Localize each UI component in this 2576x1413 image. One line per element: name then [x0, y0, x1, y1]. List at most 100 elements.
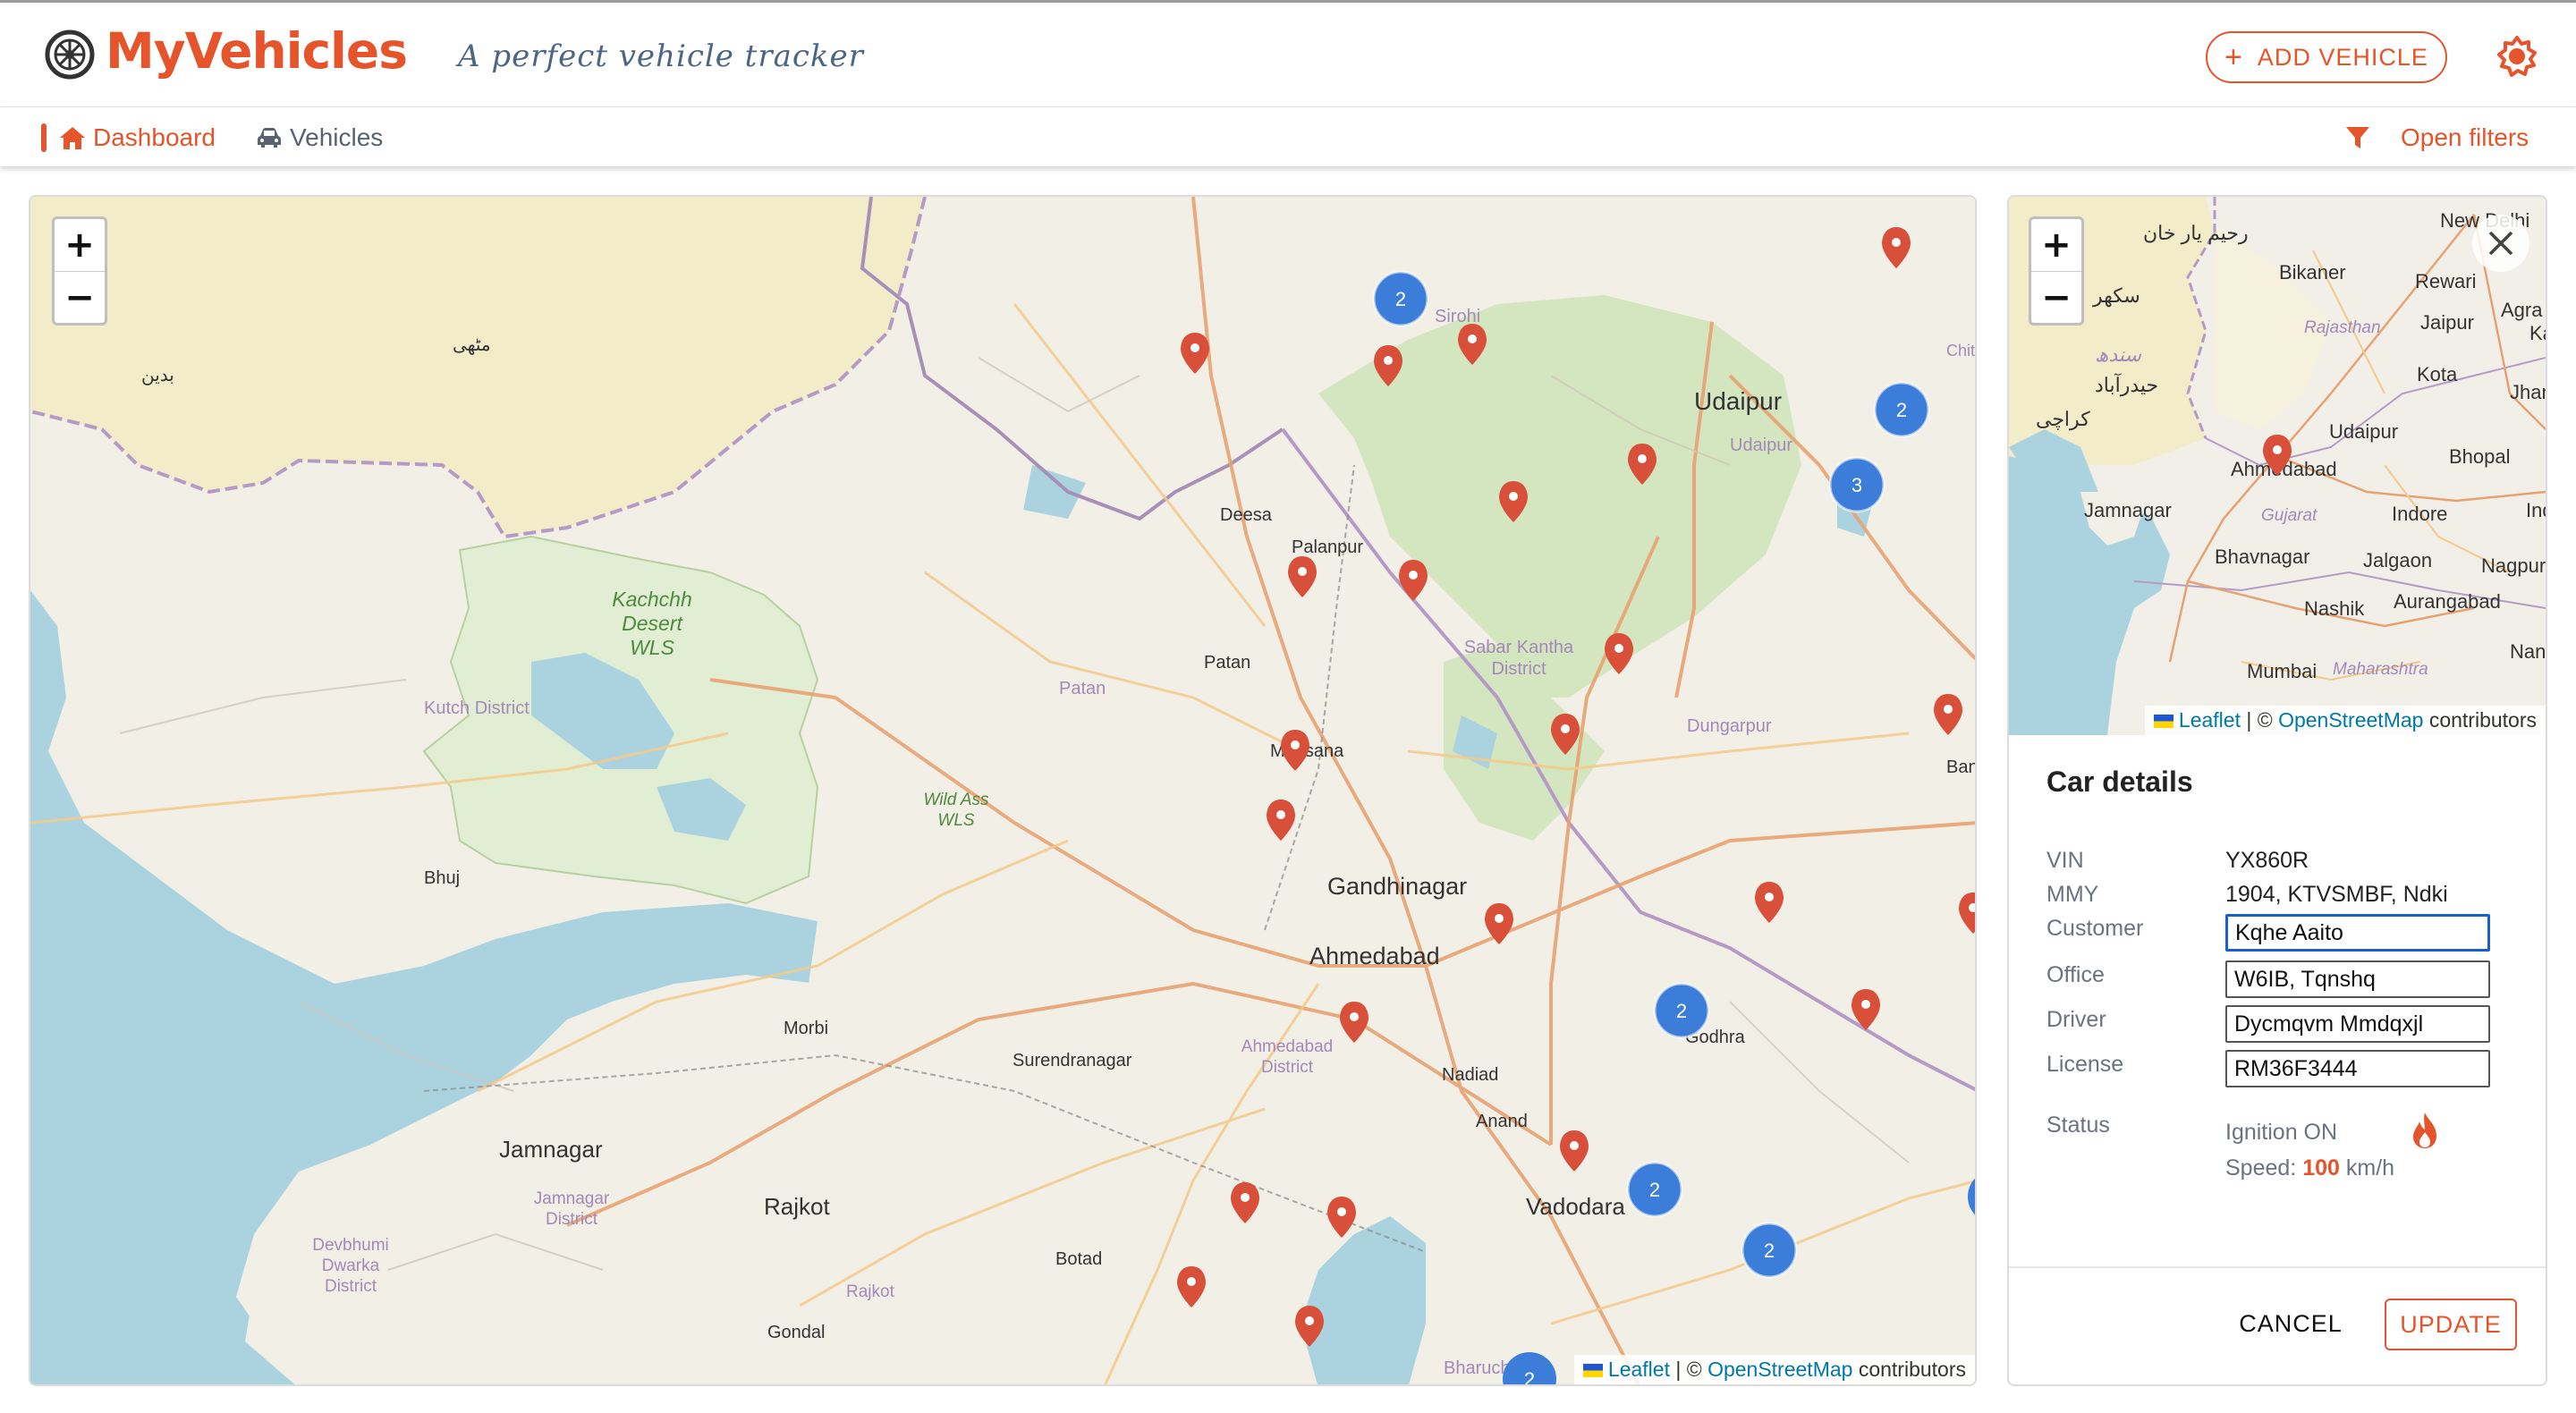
nav-bar: Dashboard Vehicles Open filters [0, 107, 2576, 166]
map-label-kachchh-3: WLS [630, 636, 675, 659]
mini-label-bhopal: Bhopal [2449, 445, 2511, 468]
add-vehicle-button[interactable]: + ADD VEHICLE [2206, 31, 2447, 83]
close-details-button[interactable] [2472, 215, 2529, 272]
map-label-wildass-1: Wild Ass [923, 791, 989, 809]
mini-label-rahim: رحیم یار خان [2143, 222, 2249, 245]
plus-icon: + [2224, 40, 2243, 74]
update-button[interactable]: UPDATE [2385, 1299, 2517, 1350]
vehicle-marker[interactable] [1288, 556, 1317, 597]
mini-label-nande: Nande [2510, 640, 2546, 663]
close-icon [2488, 231, 2513, 256]
map-label-mithi: مٹھی [453, 335, 491, 355]
vehicle-marker[interactable] [1399, 560, 1428, 601]
fire-icon [2413, 1113, 2436, 1148]
map-label-kutch: Kutch District [424, 698, 530, 718]
map-label-udaipur: Udaipur [1694, 387, 1782, 415]
vin-value: YX860R [2225, 848, 2309, 873]
mini-label-jalgaon: Jalgaon [2363, 549, 2432, 571]
zoom-in-button[interactable]: + [55, 219, 105, 271]
vehicle-marker[interactable] [1882, 227, 1911, 268]
top-bar: MyVehicles A perfect vehicle tracker + A… [0, 0, 2576, 107]
driver-input[interactable] [2225, 1005, 2490, 1043]
cluster-marker[interactable]: 2 [1626, 1161, 1683, 1218]
mini-leaflet-link[interactable]: Leaflet [2179, 708, 2241, 732]
map-label-ahmedabad-d2: District [1261, 1058, 1314, 1077]
vehicle-marker[interactable] [1959, 893, 1977, 934]
cluster-marker[interactable]: 2 [1503, 1352, 1556, 1386]
vehicle-marker[interactable] [1181, 333, 1209, 374]
map-attribution: Leaflet | © OpenStreetMap contributors [1573, 1355, 1975, 1384]
cluster-marker[interactable]: 2 [1741, 1222, 1798, 1279]
map-label-anand: Anand [1476, 1112, 1528, 1131]
mini-label-jamnagar: Jamnagar [2084, 499, 2172, 521]
panel-footer-divider [2009, 1266, 2546, 1268]
map-label-botad: Botad [1055, 1249, 1102, 1269]
car-details-title: Car details [2046, 766, 2193, 798]
cluster-marker[interactable]: 3 [1828, 456, 1885, 513]
mini-label-bhavnagar: Bhavnagar [2215, 546, 2309, 568]
map-label-devbhumi-3: District [325, 1277, 377, 1296]
mini-label-bikaner: Bikaner [2279, 261, 2346, 283]
mini-zoom-in-button[interactable]: + [2031, 219, 2081, 271]
vehicle-marker[interactable] [1267, 800, 1295, 841]
osm-link[interactable]: OpenStreetMap [1707, 1358, 1852, 1381]
mini-label-jhan: Jhan [2510, 381, 2546, 403]
ukraine-flag-icon [1582, 1364, 1603, 1378]
mini-map[interactable]: New Delhi Bikaner Rewari Jaipur Agra Raj… [2009, 197, 2546, 735]
map-tiles[interactable]: Udaipur Udaipur Sirohi Deesa Palanpur Ka… [30, 197, 1977, 1386]
mmy-value: 1904, KTVSMBF, Ndki [2225, 882, 2448, 907]
mini-map-tiles[interactable]: New Delhi Bikaner Rewari Jaipur Agra Raj… [2009, 197, 2546, 735]
mini-label-mumbai: Mumbai [2247, 660, 2317, 682]
mini-zoom-out-button[interactable]: − [2031, 271, 2081, 323]
speed-readout: Speed: 100 km/h [2225, 1155, 2394, 1181]
map-label-kachchh-1: Kachchh [612, 588, 692, 611]
mini-label-maharashtra: Maharashtra [2333, 660, 2428, 679]
vehicle-marker[interactable] [1327, 1197, 1356, 1238]
speed-value: 100 [2302, 1155, 2340, 1180]
speed-label: Speed: [2225, 1155, 2297, 1180]
vehicle-marker[interactable] [1755, 882, 1784, 923]
mini-attribution-separator: | © [2240, 708, 2279, 732]
map-label-badin: بدین [141, 366, 174, 385]
map-label-dungarpur: Dungarpur [1687, 716, 1772, 736]
map-label-morbi: Morbi [784, 1019, 828, 1038]
brand-name[interactable]: MyVehicles [106, 22, 408, 80]
nav-vehicles[interactable]: Vehicles [256, 120, 383, 156]
map-label-palanpur: Palanpur [1292, 537, 1363, 557]
theme-toggle-icon[interactable] [2496, 35, 2538, 78]
cluster-marker[interactable]: 2 [1873, 381, 1930, 438]
mmy-label: MMY [2046, 882, 2099, 907]
vehicle-marker[interactable] [1560, 1130, 1589, 1172]
cancel-button[interactable]: CANCEL [2224, 1299, 2358, 1349]
cluster-marker[interactable]: 2 [1372, 270, 1429, 327]
nav-vehicles-label: Vehicles [290, 123, 384, 151]
customer-input[interactable] [2225, 914, 2490, 952]
open-filters-label: Open filters [2401, 123, 2529, 151]
map-label-sabar-1: Sabar Kantha [1464, 638, 1574, 657]
open-filters-button[interactable]: Open filters [2345, 120, 2529, 156]
vehicle-marker[interactable] [1281, 730, 1309, 771]
cluster-marker[interactable]: 2 [1653, 982, 1710, 1039]
mini-osm-link[interactable]: OpenStreetMap [2278, 708, 2423, 732]
nav-dashboard[interactable]: Dashboard [41, 120, 216, 156]
office-input[interactable] [2225, 960, 2490, 998]
map-label-devbhumi-1: Devbhumi [312, 1236, 389, 1255]
zoom-out-button[interactable]: − [55, 271, 105, 323]
license-input[interactable] [2225, 1050, 2490, 1087]
home-icon [60, 127, 85, 149]
vehicle-marker[interactable] [1340, 1002, 1368, 1043]
map-label-surendranagar: Surendranagar [1013, 1051, 1132, 1070]
mini-label-rewari: Rewari [2415, 270, 2476, 292]
cluster-marker[interactable] [1968, 1170, 1977, 1223]
vehicle-marker[interactable] [1934, 694, 1962, 735]
leaflet-link[interactable]: Leaflet [1608, 1358, 1670, 1381]
tagline: A perfect vehicle tracker [458, 38, 864, 74]
main-map[interactable]: Udaipur Udaipur Sirohi Deesa Palanpur Ka… [29, 195, 1977, 1386]
cluster-count: 2 [1896, 399, 1907, 421]
car-details-panel: New Delhi Bikaner Rewari Jaipur Agra Raj… [2007, 195, 2547, 1386]
map-label-gandhinagar: Gandhinagar [1327, 873, 1467, 900]
mini-label-udaipur: Udaipur [2329, 420, 2398, 443]
mini-attribution-tail: contributors [2423, 708, 2537, 732]
map-label-gondal: Gondal [767, 1323, 826, 1342]
cluster-count: 2 [1524, 1368, 1535, 1386]
